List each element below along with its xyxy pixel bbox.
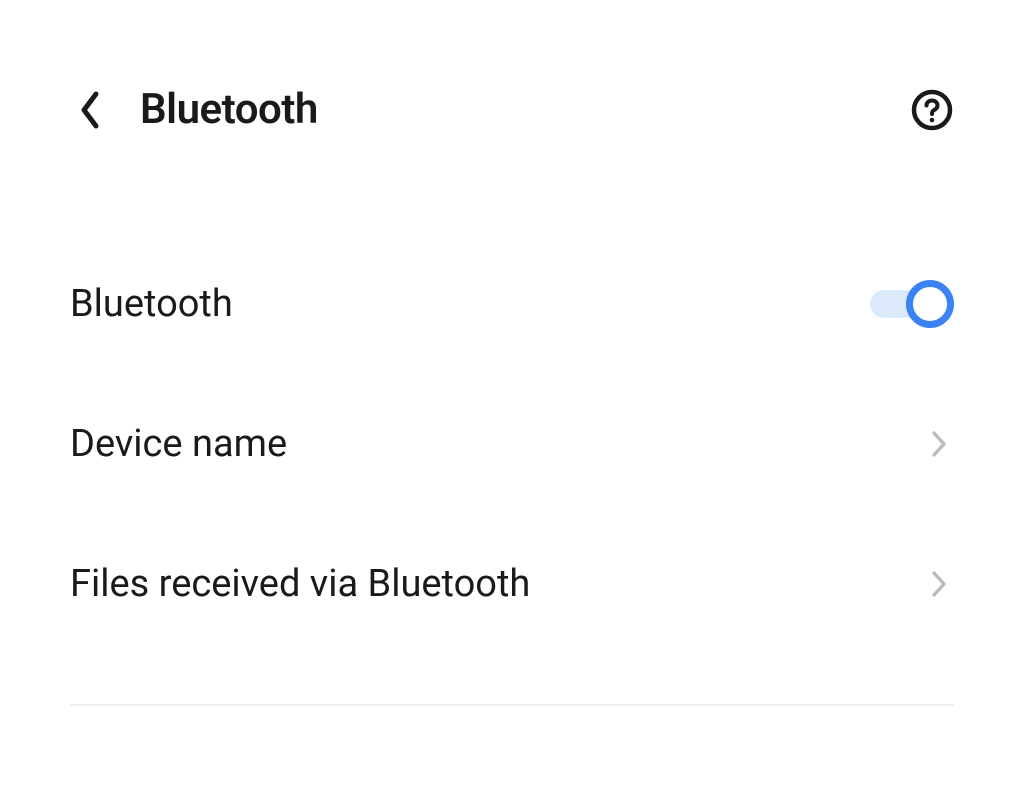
row-files-received[interactable]: Files received via Bluetooth	[70, 514, 954, 654]
header-left: Bluetooth	[70, 85, 318, 134]
header: Bluetooth	[0, 0, 1024, 154]
divider	[70, 704, 954, 706]
content: Bluetooth Device name Files received via…	[0, 154, 1024, 706]
bluetooth-toggle[interactable]	[854, 280, 954, 328]
chevron-right-icon	[924, 429, 954, 459]
back-button[interactable]	[70, 90, 110, 130]
question-circle-icon	[910, 88, 954, 132]
row-device-name[interactable]: Device name	[70, 374, 954, 514]
toggle-knob	[906, 280, 954, 328]
help-button[interactable]	[910, 88, 954, 132]
row-label-files-received: Files received via Bluetooth	[70, 562, 530, 606]
page-title: Bluetooth	[140, 85, 318, 134]
row-label-device-name: Device name	[70, 422, 287, 466]
row-bluetooth-toggle[interactable]: Bluetooth	[70, 234, 954, 374]
chevron-right-icon	[924, 569, 954, 599]
row-label-bluetooth: Bluetooth	[70, 282, 233, 326]
chevron-left-icon	[78, 90, 102, 130]
